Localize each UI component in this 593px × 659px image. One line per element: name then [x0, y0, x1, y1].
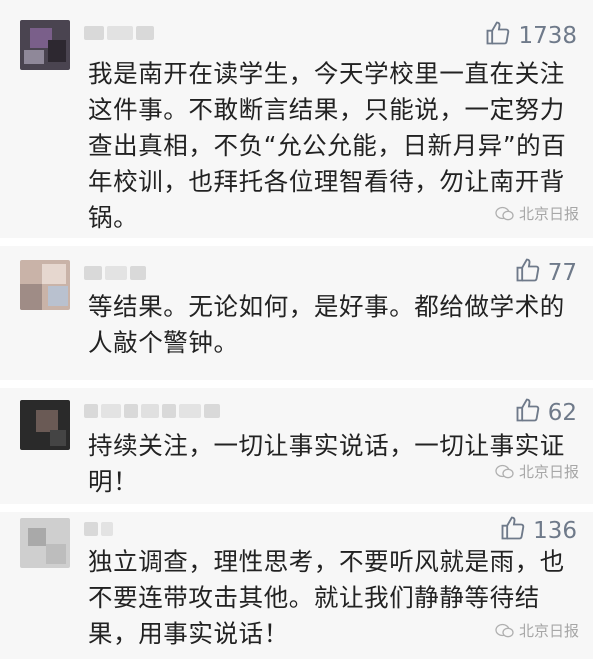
thumbs-up-icon	[514, 396, 542, 430]
avatar[interactable]	[20, 260, 70, 310]
comment-list: 1738 我是南开在读学生，今天学校里一直在关注这件事。不敢断言结果，只能说，一…	[0, 0, 593, 659]
watermark-text: 北京日报	[518, 205, 579, 223]
watermark-text: 北京日报	[518, 463, 579, 481]
like-count: 1738	[518, 23, 577, 49]
like-count: 136	[533, 518, 577, 544]
avatar[interactable]	[20, 400, 70, 450]
like-button[interactable]: 136	[499, 516, 577, 546]
like-button[interactable]: 1738	[484, 21, 577, 51]
comment-card: 62 持续关注，一切让事实说话，一切让事实证明！ 北京日报	[0, 388, 593, 504]
divider	[0, 380, 593, 388]
username-blurred[interactable]	[84, 402, 220, 420]
thumbs-up-icon	[484, 19, 512, 53]
username-blurred[interactable]	[84, 520, 113, 538]
wechat-logo-icon	[495, 623, 515, 639]
like-button[interactable]: 77	[514, 258, 577, 288]
watermark: 北京日报	[495, 461, 579, 482]
divider	[0, 504, 593, 512]
like-button[interactable]: 62	[514, 398, 577, 428]
wechat-logo-icon	[495, 464, 515, 480]
comment-text: 等结果。无论如何，是好事。都给做学术的人敲个警钟。	[88, 292, 565, 357]
avatar[interactable]	[20, 518, 70, 568]
divider	[0, 238, 593, 246]
comment-card: 1738 我是南开在读学生，今天学校里一直在关注这件事。不敢断言结果，只能说，一…	[0, 0, 593, 238]
watermark-text: 北京日报	[518, 622, 579, 640]
watermark: 北京日报	[495, 203, 579, 224]
comment-card: 136 独立调查，理性思考，不要听风就是雨，也不要连带攻击其他。就让我们静静等待…	[0, 512, 593, 659]
watermark: 北京日报	[495, 620, 579, 641]
like-count: 62	[547, 400, 577, 426]
comment-card: 77 等结果。无论如何，是好事。都给做学术的人敲个警钟。	[0, 246, 593, 380]
thumbs-up-icon	[499, 514, 527, 548]
wechat-logo-icon	[495, 206, 515, 222]
like-count: 77	[547, 260, 577, 286]
thumbs-up-icon	[514, 256, 542, 290]
avatar[interactable]	[20, 20, 70, 70]
username-blurred[interactable]	[84, 264, 146, 282]
username-blurred[interactable]	[84, 24, 154, 42]
